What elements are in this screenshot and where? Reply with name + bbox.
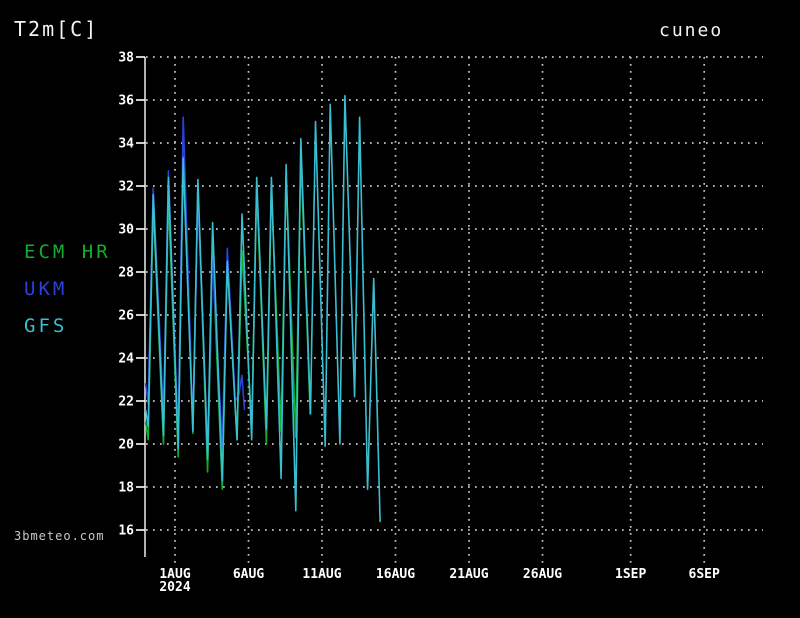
legend-item-ecm-hr: ECM HR: [24, 241, 111, 263]
y-tick-label: 36: [118, 94, 134, 109]
y-tick-label: 26: [118, 309, 134, 324]
x-tick-label: 16AUG: [376, 567, 415, 582]
x-tick-label: 6SEP: [689, 567, 720, 582]
y-tick-label: 30: [118, 223, 134, 238]
legend: ECM HR UKM GFS: [24, 241, 111, 352]
temperature-chart: 3836343230282624222018161AUG20246AUG 11AU…: [118, 51, 763, 596]
y-tick-label: 20: [118, 438, 134, 453]
series-ukm: [144, 116, 246, 450]
watermark-3bmeteo: 3bmeteo.com: [14, 529, 105, 543]
y-tick-label: 34: [118, 137, 134, 152]
axes: [136, 56, 146, 557]
x-tick-label: 6AUG: [233, 567, 264, 582]
y-tick-label: 32: [118, 180, 134, 195]
meteogram-screen: T2m[C] cuneo 38 36 34 32 30 28 26 24 22 20 18 16 1AU…: [0, 0, 800, 618]
y-tick-label: 18: [118, 481, 134, 496]
legend-item-gfs: GFS: [24, 315, 68, 337]
y-tick-label: 16: [118, 524, 134, 539]
series-gfs: [144, 94, 381, 523]
y-tick-label: 24: [118, 352, 134, 367]
y-tick-label: 38: [118, 51, 134, 66]
y-tick-label: 22: [118, 395, 134, 410]
series-lines: [144, 94, 381, 523]
x-tick-label: 26AUG: [523, 567, 562, 582]
x-tick-label: 1SEP: [615, 567, 646, 582]
gridlines: [146, 56, 763, 565]
axis-labels: 3836343230282624222018161AUG20246AUG 11AU…: [118, 51, 720, 596]
legend-item-ukm: UKM: [24, 278, 68, 300]
x-tick-sublabel: 2024: [159, 580, 190, 595]
y-tick-label: 28: [118, 266, 134, 281]
x-tick-label: 11AUG: [302, 567, 341, 582]
x-tick-label: 21AUG: [449, 567, 488, 582]
